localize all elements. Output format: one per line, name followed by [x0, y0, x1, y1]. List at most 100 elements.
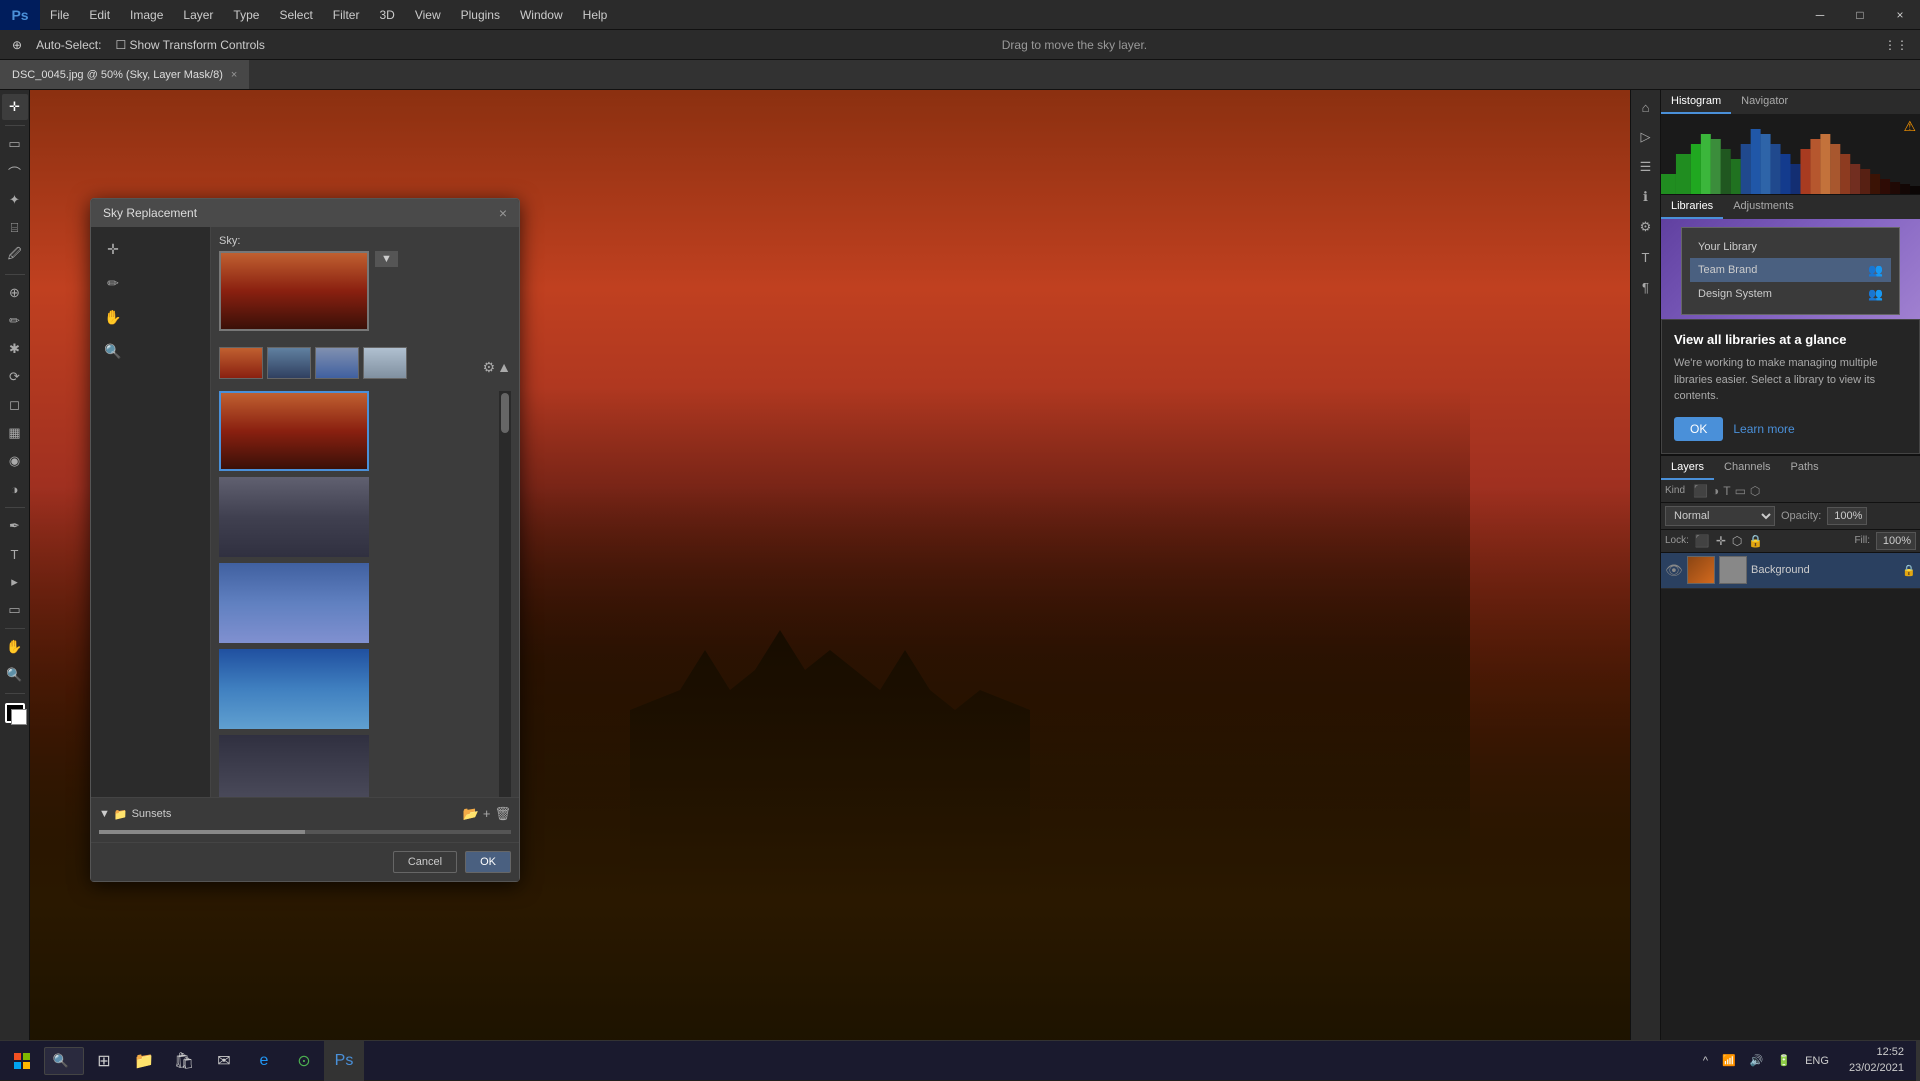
sky-preview-main[interactable]	[219, 251, 369, 331]
gradient-tool[interactable]: ▦	[2, 420, 28, 446]
menu-help[interactable]: Help	[573, 0, 618, 29]
dialog-close-button[interactable]: ×	[499, 205, 507, 221]
menu-window[interactable]: Window	[510, 0, 573, 29]
menu-select[interactable]: Select	[269, 0, 322, 29]
search-box[interactable]: 🔍	[44, 1047, 84, 1075]
sky-list-item-5[interactable]	[219, 735, 369, 797]
photoshop-button[interactable]: Ps	[324, 1041, 364, 1081]
shape-tool[interactable]: ▭	[2, 597, 28, 623]
menu-layer[interactable]: Layer	[173, 0, 223, 29]
menu-file[interactable]: File	[40, 0, 79, 29]
menu-plugins[interactable]: Plugins	[451, 0, 510, 29]
paths-tab[interactable]: Paths	[1781, 456, 1829, 480]
table-row[interactable]: 👁 Background 🔒	[1661, 553, 1920, 589]
store-button[interactable]: 🛍	[164, 1041, 204, 1081]
layer-visibility-toggle[interactable]: 👁	[1665, 562, 1683, 579]
menu-view[interactable]: View	[405, 0, 451, 29]
eraser-tool[interactable]: ◻	[2, 392, 28, 418]
sky-list-item-4[interactable]	[219, 649, 369, 729]
taskbar-search-button[interactable]: 🔍	[44, 1041, 84, 1081]
kind-filter-icon[interactable]: ⬛	[1693, 484, 1708, 498]
sky-grid-settings[interactable]: ⚙	[483, 359, 496, 376]
sky-thumb-2[interactable]	[267, 347, 311, 379]
type-tool[interactable]: T	[2, 541, 28, 567]
auto-select-option[interactable]: Auto-Select:	[32, 36, 105, 54]
tray-battery[interactable]: 🔋	[1773, 1052, 1795, 1069]
edge-button[interactable]: e	[244, 1041, 284, 1081]
task-view-button[interactable]: ⊞	[84, 1041, 124, 1081]
blend-mode-dropdown[interactable]: Normal	[1665, 506, 1775, 526]
library-option-design[interactable]: Design System 👥	[1690, 282, 1891, 306]
library-option-team[interactable]: Team Brand 👥	[1690, 258, 1891, 282]
brush-tool[interactable]: ✏	[2, 308, 28, 334]
marquee-tool[interactable]: ▭	[2, 131, 28, 157]
sky-scroll-thumb[interactable]	[501, 393, 509, 433]
sky-thumb-3[interactable]	[315, 347, 359, 379]
show-desktop-button[interactable]	[1916, 1041, 1920, 1081]
quick-select-tool[interactable]: ✦	[2, 187, 28, 213]
folder-new-btn[interactable]: 📂	[463, 806, 479, 822]
maximize-button[interactable]: □	[1840, 0, 1880, 30]
menu-image[interactable]: Image	[120, 0, 173, 29]
blur-tool[interactable]: ◉	[2, 448, 28, 474]
opacity-input[interactable]	[1827, 507, 1867, 525]
lock-pixels-btn[interactable]: ⬛	[1695, 534, 1710, 548]
canvas-area[interactable]: Sky Replacement × ✛ ✏ ✋ 🔍 Sky:	[30, 90, 1630, 1080]
dialog-title-bar[interactable]: Sky Replacement ×	[91, 199, 519, 227]
minimize-button[interactable]: ─	[1800, 0, 1840, 30]
right-icon-para[interactable]: ¶	[1633, 274, 1659, 300]
align-options[interactable]: ⋮⋮	[1880, 36, 1912, 54]
right-icon-type[interactable]: T	[1633, 244, 1659, 270]
right-icon-adjust[interactable]: ⚙	[1633, 214, 1659, 240]
document-close-button[interactable]: ×	[231, 69, 237, 81]
hand-tool[interactable]: ✋	[2, 634, 28, 660]
document-tab[interactable]: DSC_0045.jpg @ 50% (Sky, Layer Mask/8) ×	[0, 60, 249, 89]
fill-input[interactable]	[1876, 532, 1916, 550]
tooltip-ok-button[interactable]: OK	[1674, 417, 1723, 441]
lock-all-btn[interactable]: 🔒	[1748, 534, 1763, 548]
start-button[interactable]	[0, 1041, 44, 1081]
close-button[interactable]: ×	[1880, 0, 1920, 30]
channels-tab[interactable]: Channels	[1714, 456, 1780, 480]
clone-stamp-tool[interactable]: ✱	[2, 336, 28, 362]
kind-filter-adjust[interactable]: ◑	[1712, 484, 1719, 498]
kind-filter-shape[interactable]: ▭	[1735, 484, 1746, 498]
histogram-tab[interactable]: Histogram	[1661, 90, 1731, 114]
system-clock[interactable]: 12:52 23/02/2021	[1841, 1045, 1912, 1076]
tooltip-learn-more[interactable]: Learn more	[1733, 422, 1794, 436]
healing-brush-tool[interactable]: ⊕	[2, 280, 28, 306]
kind-filter-smart[interactable]: ⬡	[1750, 484, 1760, 498]
move-tool-options[interactable]: ⊕	[8, 36, 26, 54]
menu-type[interactable]: Type	[223, 0, 269, 29]
move-tool[interactable]: ✛	[2, 94, 28, 120]
libraries-tab[interactable]: Libraries	[1661, 195, 1723, 219]
adjustments-tab[interactable]: Adjustments	[1723, 195, 1804, 219]
right-icon-sliders[interactable]: ☰	[1633, 154, 1659, 180]
menu-edit[interactable]: Edit	[79, 0, 120, 29]
sky-scroll-up[interactable]: ▲	[497, 359, 511, 376]
sky-list-item-2[interactable]	[219, 477, 369, 557]
sky-zoom-tool[interactable]: 🔍	[99, 337, 127, 365]
right-icon-play[interactable]: ▷	[1633, 124, 1659, 150]
folder-row[interactable]: ▼ 📁 Sunsets	[99, 808, 171, 821]
sky-list-item-1[interactable]	[219, 391, 369, 471]
sky-dropdown-button[interactable]: ▼	[375, 251, 398, 267]
tray-overflow[interactable]: ^	[1699, 1053, 1712, 1069]
tray-network[interactable]: 📶	[1718, 1052, 1740, 1069]
sky-brush-tool[interactable]: ✏	[99, 269, 127, 297]
kind-filter-type[interactable]: T	[1723, 484, 1730, 498]
zoom-tool[interactable]: 🔍	[2, 662, 28, 688]
foreground-color[interactable]	[5, 703, 25, 723]
histogram-warning-icon[interactable]: ⚠	[1903, 118, 1916, 135]
pen-tool[interactable]: ✒	[2, 513, 28, 539]
sky-thumb-4[interactable]	[363, 347, 407, 379]
library-option-your[interactable]: Your Library	[1690, 236, 1891, 258]
lock-artboard-btn[interactable]: ⬡	[1732, 534, 1742, 548]
dodge-tool[interactable]: ◑	[2, 476, 28, 502]
folder-add-btn[interactable]: +	[483, 806, 491, 822]
sky-hand-tool[interactable]: ✋	[99, 303, 127, 331]
crop-tool[interactable]: ⌸	[2, 215, 28, 241]
menu-3d[interactable]: 3D	[369, 0, 404, 29]
file-explorer-button[interactable]: 📁	[124, 1041, 164, 1081]
sky-thumb-1[interactable]	[219, 347, 263, 379]
